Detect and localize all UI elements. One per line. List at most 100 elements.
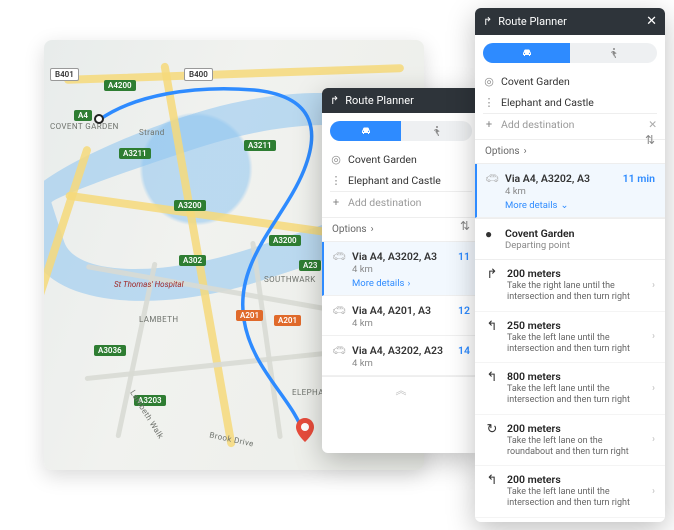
step-4[interactable]: ↰ 200 meters Take the left lane until th… [475, 466, 665, 518]
panel-title: Route Planner [345, 94, 414, 107]
road-tag-a302: A302 [179, 255, 206, 266]
clear-icon[interactable]: ✕ [648, 118, 657, 131]
step-dist: 800 meters [507, 370, 644, 383]
origin-marker-icon: ● [485, 227, 497, 251]
area-southwark: SOUTHWARK [264, 275, 316, 284]
close-button[interactable]: ✕ [646, 14, 657, 29]
origin-row[interactable]: ◎ Covent Garden [330, 149, 472, 170]
walk-icon [608, 47, 620, 59]
step-dist: 200 meters [507, 422, 644, 435]
step-1[interactable]: ↰ 250 meters Take the left lane until th… [475, 312, 665, 364]
destination-value: Elephant and Castle [501, 96, 657, 109]
road-tag-a201b: A201 [274, 315, 301, 326]
road-tag-a4: A4 [74, 110, 92, 121]
swap-button[interactable]: ⇅ [460, 219, 470, 233]
step-dist: 250 meters [507, 319, 644, 332]
turn-right-icon: ↱ [485, 267, 499, 304]
dots-icon: ⋮ [330, 174, 342, 187]
road-tag-a201a: A201 [236, 310, 263, 321]
car-icon [521, 47, 533, 59]
titlebar: ↱ Route Planner ✕ [475, 8, 665, 35]
route-dist: 4 km [352, 358, 450, 369]
mode-switch [330, 121, 472, 141]
panel-title: Route Planner [498, 15, 567, 28]
route-dist: 4 km [505, 186, 615, 197]
circle-icon: ◎ [483, 75, 495, 88]
turn-left-icon: ↰ [485, 370, 499, 407]
more-details-link[interactable]: More details⌄ [505, 200, 615, 211]
car-icon [360, 125, 372, 137]
origin-value: Covent Garden [348, 153, 472, 166]
depart-title: Covent Garden [505, 227, 574, 240]
route-item-0[interactable]: 🚗︎ Via A4, A3202, A3 4 km More details⌄ … [475, 164, 665, 218]
road-tag-a3200a: A3200 [174, 200, 206, 211]
collapse-handle[interactable]: ︽ [322, 376, 480, 403]
roundabout-icon: ↻ [485, 422, 499, 459]
route-dist: 4 km [352, 318, 450, 329]
waypoints: ◎ Covent Garden ⋮ Elephant and Castle + … [475, 71, 665, 139]
route-time: 14 [458, 344, 470, 369]
swap-button[interactable]: ⇅ [645, 133, 655, 147]
chevron-right-icon: › [652, 331, 655, 342]
walk-icon [431, 125, 443, 137]
waypoints: ◎ Covent Garden ⋮ Elephant and Castle + … [322, 149, 480, 217]
route-via: Via A4, A3202, A23 [352, 344, 450, 357]
step-desc: Take the left lane until the intersectio… [507, 384, 644, 407]
road-tag-a3211b: A3211 [244, 140, 276, 151]
chevron-right-icon: › [524, 146, 527, 157]
options-row[interactable]: Options › [322, 217, 480, 241]
poi-st-thomas: St Thomas' Hospital [114, 280, 184, 289]
step-desc: Take the left lane until the intersectio… [507, 333, 644, 356]
route-time: 11 [458, 250, 470, 289]
add-destination-row[interactable]: + Add destination ✕ [483, 113, 657, 135]
add-destination-row[interactable]: + Add destination [330, 191, 472, 213]
destination-row[interactable]: ⋮ Elephant and Castle [483, 92, 657, 113]
chevron-right-icon: › [652, 486, 655, 497]
step-2[interactable]: ↰ 800 meters Take the left lane until th… [475, 363, 665, 415]
dots-icon: ⋮ [483, 96, 495, 109]
route-list: 🚗︎ Via A4, A3202, A3 4 km More details⌄ … [475, 163, 665, 218]
origin-row[interactable]: ◎ Covent Garden [483, 71, 657, 92]
route-item-0[interactable]: 🚗︎ Via A4, A3202, A3 4 km More details› … [322, 242, 480, 296]
road-tag-a3211a: A3211 [119, 148, 151, 159]
marker-origin[interactable] [94, 114, 104, 124]
chevron-right-icon: › [652, 280, 655, 291]
step-dist: 200 meters [507, 267, 644, 280]
road-tag-b401: B401 [50, 68, 79, 81]
step-dist: 200 meters [507, 473, 644, 486]
route-time: 12 [458, 304, 470, 329]
mode-walk[interactable] [570, 43, 657, 63]
route-item-1[interactable]: 🚗︎ Via A4, A201, A3 4 km 12 [322, 296, 480, 336]
car-icon: 🚗︎ [332, 304, 344, 329]
route-panel-compact: ↱ Route Planner ◎ Covent Garden ⋮ Elepha… [322, 88, 480, 453]
mode-car[interactable] [483, 43, 570, 63]
area-strand: Strand [139, 128, 165, 137]
chevron-right-icon: › [652, 434, 655, 445]
route-item-2[interactable]: 🚗︎ Via A4, A3202, A23 4 km 14 [322, 336, 480, 376]
destination-row[interactable]: ⋮ Elephant and Castle [330, 170, 472, 191]
more-details-link[interactable]: More details› [352, 278, 450, 289]
chevron-right-icon: › [371, 224, 374, 235]
mode-walk[interactable] [401, 121, 472, 141]
mode-car[interactable] [330, 121, 401, 141]
circle-icon: ◎ [330, 153, 342, 166]
step-0[interactable]: ↱ 200 meters Take the right lane until t… [475, 260, 665, 312]
marker-destination[interactable] [296, 418, 314, 442]
step-desc: Take the right lane until the intersecti… [507, 281, 644, 304]
step-3[interactable]: ↻ 200 meters Take the left lane on the r… [475, 415, 665, 467]
titlebar: ↱ Route Planner [322, 88, 480, 113]
route-dist: 4 km [352, 264, 450, 275]
mode-switch [483, 43, 657, 63]
depart-sub: Departing point [505, 240, 574, 251]
add-destination-label: Add destination [348, 196, 472, 209]
route-via: Via A4, A201, A3 [352, 304, 450, 317]
route-arrow-icon: ↱ [483, 15, 492, 28]
route-panel-expanded: ↱ Route Planner ✕ ◎ Covent Garden ⋮ Elep… [475, 8, 665, 522]
route-time: 11 min [623, 172, 655, 211]
options-row[interactable]: Options › [475, 139, 665, 163]
turn-left-icon: ↰ [485, 473, 499, 510]
turn-left-icon: ↰ [485, 319, 499, 356]
departing-point: ● Covent Garden Departing point [475, 218, 665, 259]
step-list: ↱ 200 meters Take the right lane until t… [475, 259, 665, 518]
chevron-right-icon: › [407, 278, 410, 289]
